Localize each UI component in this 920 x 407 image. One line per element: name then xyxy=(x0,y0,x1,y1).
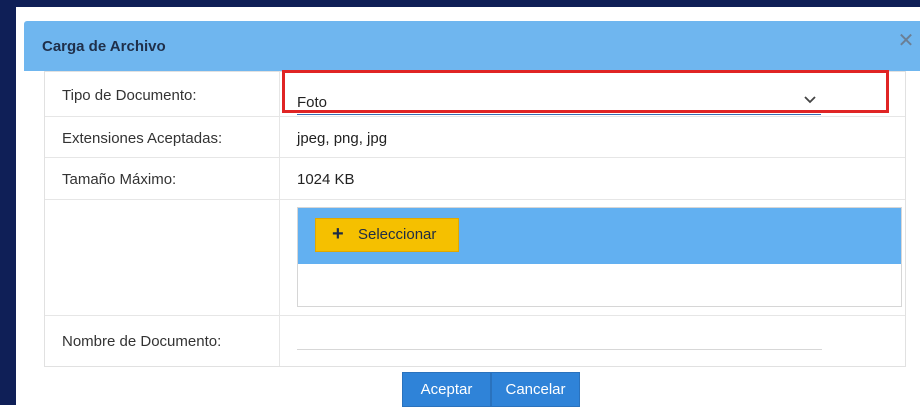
file-uploader: + Seleccionar xyxy=(297,207,902,307)
dialog-title: Carga de Archivo xyxy=(42,38,166,55)
upload-form: Tipo de Documento: Foto Extensiones Acep… xyxy=(44,71,906,367)
cancel-button[interactable]: Cancelar xyxy=(491,372,580,407)
window-frame-left xyxy=(0,0,16,405)
row-document-name: Nombre de Documento: xyxy=(45,316,905,368)
document-name-label: Nombre de Documento: xyxy=(62,333,222,350)
uploader-toolbar: + Seleccionar xyxy=(298,208,901,264)
document-type-select[interactable]: Foto xyxy=(297,92,821,115)
chevron-down-icon xyxy=(804,96,816,104)
upload-dialog: Carga de Archivo ✕ Tipo de Documento: Fo… xyxy=(16,7,920,407)
dialog-titlebar: Carga de Archivo ✕ xyxy=(24,21,920,71)
row-extensions: Extensiones Aceptadas: jpeg, png, jpg xyxy=(45,117,905,158)
row-document-type: Tipo de Documento: Foto xyxy=(45,72,905,117)
select-file-button[interactable]: + Seleccionar xyxy=(315,218,459,252)
document-name-input[interactable] xyxy=(297,349,822,350)
max-size-value: 1024 KB xyxy=(297,171,355,188)
extensions-value: jpeg, png, jpg xyxy=(297,130,388,147)
window-frame-top xyxy=(0,0,920,7)
extensions-label: Extensiones Aceptadas: xyxy=(62,130,223,147)
select-file-label: Seleccionar xyxy=(358,226,437,243)
close-icon[interactable]: ✕ xyxy=(897,31,915,51)
accept-button[interactable]: Aceptar xyxy=(402,372,491,407)
document-type-value: Foto xyxy=(297,94,328,111)
plus-icon: + xyxy=(332,223,344,245)
document-type-label: Tipo de Documento: xyxy=(62,87,197,104)
max-size-label: Tamaño Máximo: xyxy=(62,171,177,188)
row-max-size: Tamaño Máximo: 1024 KB xyxy=(45,158,905,200)
